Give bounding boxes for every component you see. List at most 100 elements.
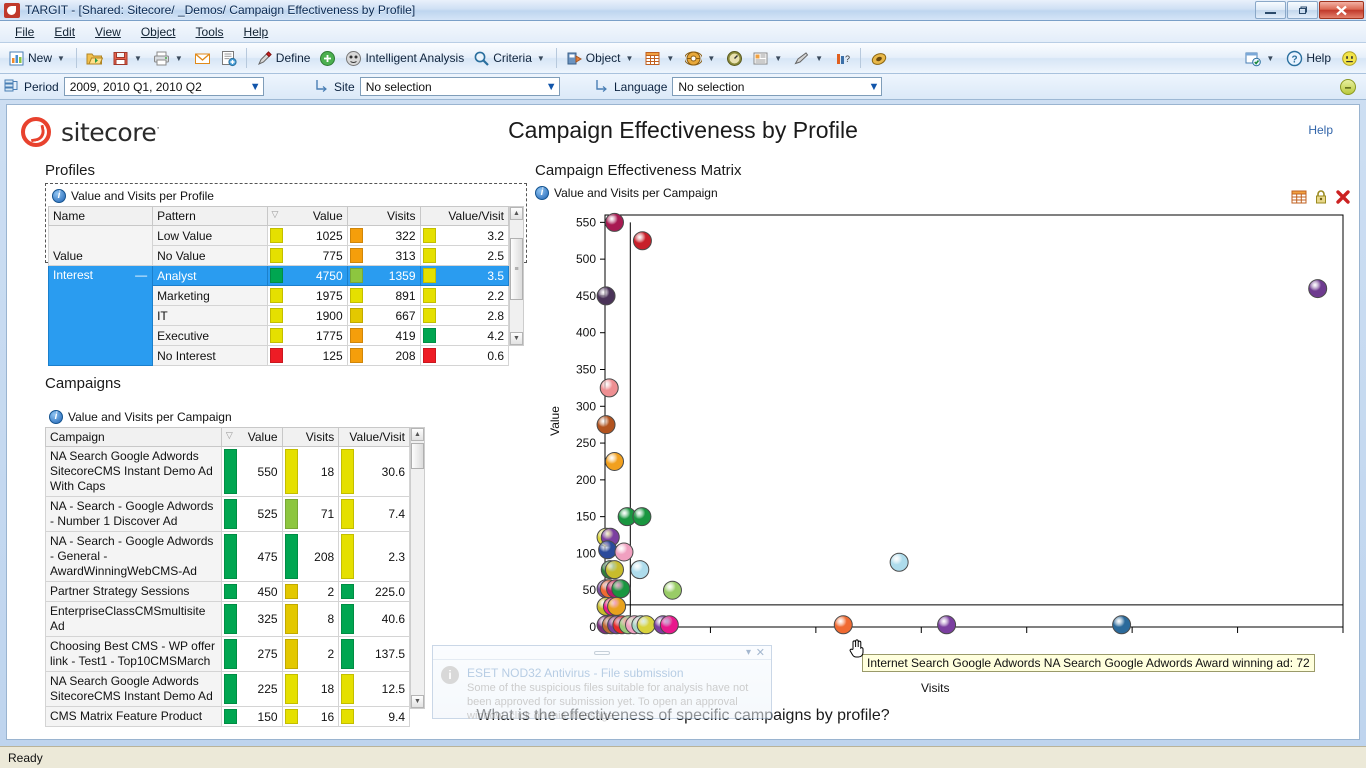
- profile-value[interactable]: 1900: [266, 305, 348, 326]
- print-chevron-down-icon[interactable]: ▼: [173, 54, 185, 63]
- profiles-col-value[interactable]: ▽ Value: [266, 206, 348, 226]
- globe-chevron-down-icon[interactable]: ▼: [705, 54, 717, 63]
- profile-value-per-visit[interactable]: 3.2: [419, 225, 509, 246]
- object-chevron-down-icon[interactable]: ▼: [623, 54, 635, 63]
- campaign-value-per-visit[interactable]: 12.5: [338, 671, 410, 707]
- campaign-scatter-chart[interactable]: 0 50 100 150 200 250 300 350 400 450 500 550 Value: [531, 207, 1351, 707]
- site-selector[interactable]: Site No selection ▼: [314, 77, 594, 97]
- scatter-bubble[interactable]: [611, 579, 631, 599]
- table-row[interactable]: NA Search Google Adwords SitecoreCMS Ins…: [45, 671, 410, 707]
- campaign-value-per-visit[interactable]: 2.3: [338, 531, 410, 582]
- profile-value-per-visit[interactable]: 4.2: [419, 325, 509, 346]
- save-button[interactable]: ▼: [108, 46, 148, 70]
- agent-button[interactable]: [866, 46, 891, 70]
- campaign-visits[interactable]: 208: [281, 531, 340, 582]
- profile-pattern[interactable]: Low Value: [152, 225, 268, 246]
- menu-object[interactable]: Object: [132, 22, 185, 42]
- menu-edit[interactable]: Edit: [45, 22, 84, 42]
- profiles-table[interactable]: Name Pattern ▽ Value Visits Value/Visit V…: [47, 206, 509, 366]
- campaign-value[interactable]: 525: [220, 496, 283, 532]
- table-button[interactable]: ▼: [640, 46, 680, 70]
- profile-group-name[interactable]: Value: [47, 225, 154, 266]
- scatter-bubble[interactable]: [632, 231, 652, 251]
- new-button[interactable]: New ▼: [4, 46, 71, 70]
- help-button[interactable]: ? Help: [1282, 46, 1335, 70]
- scatter-bubble[interactable]: [596, 286, 616, 306]
- campaigns-scroll-thumb[interactable]: [411, 443, 424, 469]
- email-button[interactable]: [190, 46, 215, 70]
- menu-tools[interactable]: Tools: [187, 22, 233, 42]
- report-button[interactable]: ▼: [748, 46, 788, 70]
- close-icon[interactable]: [1335, 189, 1351, 205]
- campaign-value-per-visit[interactable]: 40.6: [338, 601, 410, 637]
- scatter-bubble[interactable]: [614, 542, 634, 562]
- pen-chevron-down-icon[interactable]: ▼: [813, 54, 825, 63]
- profile-value-per-visit[interactable]: 2.5: [419, 245, 509, 266]
- campaign-value-per-visit[interactable]: 137.5: [338, 636, 410, 672]
- scheduler-button[interactable]: ▼: [1240, 46, 1280, 70]
- scatter-bubble[interactable]: [598, 540, 618, 560]
- scatter-bubble[interactable]: [604, 451, 624, 471]
- profile-pattern[interactable]: Executive: [152, 325, 268, 346]
- matrix-panel-icons[interactable]: [1291, 189, 1351, 205]
- campaign-name[interactable]: Partner Strategy Sessions: [45, 581, 222, 602]
- criteria-button[interactable]: Criteria ▼: [469, 46, 551, 70]
- campaign-visits[interactable]: 18: [281, 446, 340, 497]
- menu-file[interactable]: File: [6, 22, 43, 42]
- profiles-panel[interactable]: i Value and Visits per Profile Name Patt…: [45, 183, 527, 366]
- table-row[interactable]: NA - Search - Google Adwords - General -…: [45, 531, 410, 582]
- profile-value-per-visit[interactable]: 2.2: [419, 285, 509, 306]
- campaign-value-per-visit[interactable]: 225.0: [338, 581, 410, 602]
- profile-value-per-visit[interactable]: 2.8: [419, 305, 509, 326]
- save-chevron-down-icon[interactable]: ▼: [132, 54, 144, 63]
- window-controls[interactable]: [1254, 1, 1364, 19]
- menu-help[interactable]: Help: [235, 22, 278, 42]
- campaign-value-per-visit[interactable]: 7.4: [338, 496, 410, 532]
- object-button[interactable]: Object ▼: [562, 46, 640, 70]
- scatter-bubble[interactable]: [596, 415, 616, 435]
- table-row[interactable]: NA Search Google Adwords SitecoreCMS Ins…: [45, 446, 410, 497]
- profiles-col-vpv[interactable]: Value/Visit: [419, 206, 509, 226]
- minimize-button[interactable]: [1255, 1, 1286, 19]
- table-view-icon[interactable]: [1291, 189, 1307, 205]
- site-chevron-down-icon[interactable]: ▼: [540, 81, 557, 93]
- profile-visits[interactable]: 208: [346, 345, 421, 366]
- profile-pattern[interactable]: Marketing: [152, 285, 268, 306]
- profiles-col-visits[interactable]: Visits: [346, 206, 421, 226]
- gauge-button[interactable]: [722, 46, 747, 70]
- campaign-visits[interactable]: 18: [281, 671, 340, 707]
- profile-pattern[interactable]: IT: [152, 305, 268, 326]
- scroll-up-icon[interactable]: ▲: [510, 207, 523, 220]
- scatter-bubble[interactable]: [662, 580, 682, 600]
- scatter-bubble[interactable]: [607, 596, 627, 616]
- scatter-bubble[interactable]: [604, 560, 624, 580]
- period-chevron-down-icon[interactable]: ▼: [244, 81, 261, 93]
- info-icon[interactable]: i: [52, 189, 66, 203]
- profile-visits[interactable]: 1359: [346, 265, 421, 286]
- language-field[interactable]: No selection ▼: [672, 77, 883, 96]
- print-button[interactable]: ▼: [149, 46, 189, 70]
- campaign-visits[interactable]: 71: [281, 496, 340, 532]
- campaigns-panel[interactable]: i Value and Visits per Campaign Campaign…: [45, 407, 425, 727]
- scroll-up-icon[interactable]: ▲: [411, 428, 424, 441]
- campaign-value[interactable]: 450: [220, 581, 283, 602]
- scatter-bubble[interactable]: [632, 507, 652, 527]
- profile-value-per-visit[interactable]: 0.6: [419, 345, 509, 366]
- profiles-col-pattern[interactable]: Pattern: [152, 206, 268, 226]
- campaign-visits[interactable]: 2: [281, 581, 340, 602]
- dashboard-help-link[interactable]: Help: [1308, 123, 1333, 137]
- profile-value[interactable]: 1975: [266, 285, 348, 306]
- profile-pattern[interactable]: Analyst: [152, 265, 268, 286]
- campaigns-col-campaign[interactable]: Campaign: [45, 427, 222, 447]
- campaign-value[interactable]: 225: [220, 671, 283, 707]
- export-button[interactable]: [216, 46, 241, 70]
- period-selector[interactable]: Period 2009, 2010 Q1, 2010 Q2 ▼: [4, 77, 314, 97]
- collapse-marker[interactable]: —: [135, 268, 147, 282]
- profile-visits[interactable]: 667: [346, 305, 421, 326]
- table-row[interactable]: NA - Search - Google Adwords - Number 1 …: [45, 496, 410, 532]
- profile-value[interactable]: 125: [266, 345, 348, 366]
- campaigns-table[interactable]: Campaign ▽ Value Visits Value/Visit NA Se…: [45, 427, 410, 727]
- info-icon[interactable]: i: [49, 410, 63, 424]
- campaign-name[interactable]: NA - Search - Google Adwords - Number 1 …: [45, 496, 222, 532]
- profiles-scroll-thumb[interactable]: ≡: [510, 238, 523, 300]
